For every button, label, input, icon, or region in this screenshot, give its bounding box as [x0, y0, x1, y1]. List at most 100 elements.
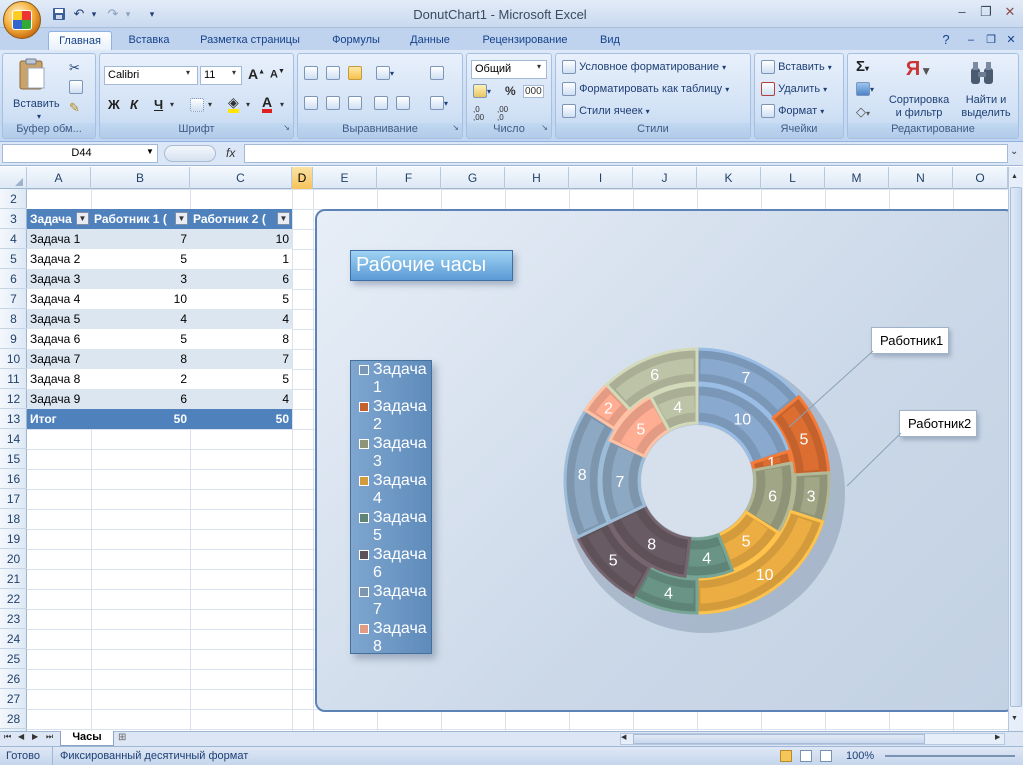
prev-sheet-icon[interactable]: ◀	[18, 732, 24, 741]
format-cells-button[interactable]: Формат ▾	[761, 104, 824, 118]
tab-data[interactable]: Данные	[400, 31, 460, 50]
scroll-thumb[interactable]	[1010, 187, 1022, 707]
align-center-icon[interactable]	[326, 96, 340, 110]
row-header[interactable]: 11	[0, 369, 27, 389]
table-cell[interactable]: 4	[91, 309, 190, 329]
find-select-icon[interactable]	[968, 60, 998, 88]
font-dialog-launcher-icon[interactable]: ↘	[283, 123, 290, 132]
underline-dropdown-icon[interactable]: ▾	[170, 100, 174, 109]
table-total-cell[interactable]: 50	[190, 409, 292, 429]
fill-color-dropdown-icon[interactable]: ▾	[246, 100, 250, 109]
insert-function-button[interactable]: fx	[226, 146, 235, 160]
help-icon[interactable]: ?	[936, 31, 956, 50]
table-cell[interactable]: 5	[190, 289, 292, 309]
normal-view-icon[interactable]	[780, 750, 792, 762]
table-header-cell[interactable]: Задача ▼	[27, 209, 91, 229]
column-header[interactable]: I	[569, 167, 633, 189]
row-header[interactable]: 21	[0, 569, 27, 589]
redo-dropdown-icon[interactable]: ▾	[122, 5, 134, 23]
column-header[interactable]: B	[91, 167, 190, 189]
row-header[interactable]: 25	[0, 649, 27, 669]
workbook-close-button[interactable]: ✕	[1002, 31, 1020, 50]
borders-dropdown-icon[interactable]: ▾	[208, 100, 212, 109]
fill-color-icon[interactable]: ◈	[228, 95, 239, 113]
table-cell[interactable]: 4	[190, 389, 292, 409]
percent-button[interactable]: %	[505, 84, 516, 98]
tab-home[interactable]: Главная	[48, 31, 112, 50]
column-header[interactable]: O	[953, 167, 1008, 189]
number-format-dropdown-icon[interactable]: ▾	[537, 62, 541, 71]
table-total-cell[interactable]: Итог	[27, 409, 91, 429]
table-cell[interactable]: 7	[91, 229, 190, 249]
table-cell[interactable]: Задача 2	[27, 249, 91, 269]
column-header[interactable]: N	[889, 167, 953, 189]
conditional-formatting-button[interactable]: Условное форматирование ▾	[562, 60, 726, 74]
formula-input[interactable]	[244, 144, 1008, 163]
merge-center-icon[interactable]: ▾	[430, 96, 448, 110]
last-sheet-icon[interactable]: ⏭	[46, 732, 53, 742]
cell-styles-button[interactable]: Стили ячеек ▾	[562, 104, 650, 118]
vertical-scrollbar[interactable]: ▲ ▼	[1008, 167, 1023, 731]
row-header[interactable]: 5	[0, 249, 27, 269]
column-header[interactable]: G	[441, 167, 505, 189]
row-header[interactable]: 6	[0, 269, 27, 289]
tab-review[interactable]: Рецензирование	[468, 31, 582, 50]
increase-indent-icon[interactable]	[396, 96, 410, 110]
table-cell[interactable]: Задача 3	[27, 269, 91, 289]
name-box-dropdown-icon[interactable]: ▼	[146, 147, 154, 156]
align-middle-icon[interactable]	[326, 66, 340, 80]
table-header-cell[interactable]: Работник 2 (▼	[190, 209, 292, 229]
table-cell[interactable]: 5	[91, 329, 190, 349]
filter-dropdown-icon[interactable]: ▼	[175, 212, 188, 225]
table-cell[interactable]: Задача 1	[27, 229, 91, 249]
table-cell[interactable]: 5	[190, 369, 292, 389]
workbook-minimize-button[interactable]: –	[962, 31, 980, 50]
row-header[interactable]: 16	[0, 469, 27, 489]
row-header[interactable]: 13	[0, 409, 27, 429]
row-header[interactable]: 4	[0, 229, 27, 249]
increase-decimal-button[interactable]: ,0 ,00	[473, 106, 484, 122]
align-bottom-icon[interactable]	[348, 66, 362, 80]
row-header[interactable]: 28	[0, 709, 27, 729]
row-header[interactable]: 26	[0, 669, 27, 689]
row-header[interactable]: 15	[0, 449, 27, 469]
table-cell[interactable]: 5	[91, 249, 190, 269]
italic-button[interactable]: К	[130, 97, 138, 112]
format-as-table-button[interactable]: Форматировать как таблицу ▾	[562, 82, 729, 96]
table-cell[interactable]: 7	[190, 349, 292, 369]
align-top-icon[interactable]	[304, 66, 318, 80]
number-format-combo[interactable]: Общий	[471, 60, 547, 79]
scroll-right-icon[interactable]: ▶	[995, 733, 1000, 741]
page-layout-view-icon[interactable]	[800, 750, 812, 762]
table-cell[interactable]: 10	[91, 289, 190, 309]
row-header[interactable]: 22	[0, 589, 27, 609]
insert-sheet-icon[interactable]: ⊞	[118, 732, 140, 745]
column-header-selected[interactable]: D	[292, 167, 313, 189]
horizontal-scrollbar[interactable]: ◀ ▶	[620, 733, 1005, 745]
alignment-dialog-launcher-icon[interactable]: ↘	[452, 123, 459, 132]
tab-formulas[interactable]: Формулы	[318, 31, 394, 50]
thousands-button[interactable]: 000	[523, 85, 544, 98]
select-all-corner[interactable]	[0, 167, 27, 189]
table-cell[interactable]: 2	[91, 369, 190, 389]
office-button[interactable]	[3, 1, 41, 39]
workbook-restore-button[interactable]: ❐	[982, 31, 1000, 50]
next-sheet-icon[interactable]: ▶	[32, 732, 38, 741]
paste-icon[interactable]	[17, 58, 51, 92]
table-cell[interactable]: Задача 5	[27, 309, 91, 329]
row-header[interactable]: 7	[0, 289, 27, 309]
table-cell[interactable]: 8	[190, 329, 292, 349]
font-name-dropdown-icon[interactable]: ▾	[186, 68, 190, 77]
filter-dropdown-icon[interactable]: ▼	[76, 212, 89, 225]
align-right-icon[interactable]	[348, 96, 362, 110]
table-cell[interactable]: Задача 7	[27, 349, 91, 369]
bold-button[interactable]: Ж	[108, 97, 120, 112]
find-select-button[interactable]: Найти и выделить	[954, 94, 1018, 120]
column-header[interactable]: E	[313, 167, 377, 189]
minimize-button[interactable]: –	[950, 4, 974, 22]
table-cell[interactable]: Задача 4	[27, 289, 91, 309]
formula-bar-knob[interactable]	[164, 145, 216, 162]
table-cell[interactable]: 1	[190, 249, 292, 269]
font-name-combo[interactable]: Calibri	[104, 66, 198, 85]
decrease-indent-icon[interactable]	[374, 96, 388, 110]
